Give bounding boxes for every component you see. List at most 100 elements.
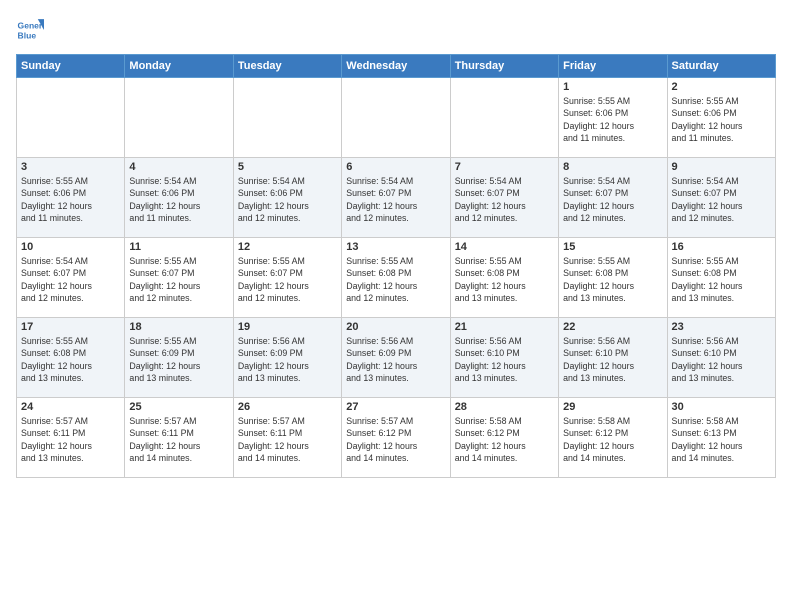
day-info: Sunrise: 5:58 AM Sunset: 6:13 PM Dayligh… — [672, 415, 771, 464]
day-number: 19 — [238, 321, 337, 333]
day-cell: 16Sunrise: 5:55 AM Sunset: 6:08 PM Dayli… — [667, 238, 775, 318]
day-info: Sunrise: 5:54 AM Sunset: 6:07 PM Dayligh… — [346, 175, 445, 224]
day-cell: 19 Sunrise: 5:56 AM Sunset: 6:09 PM Dayli… — [233, 318, 341, 398]
day-cell: 9 Sunrise: 5:54 AM Sunset: 6:07 PM Daylig… — [667, 158, 775, 238]
day-cell: 26Sunrise: 5:57 AM Sunset: 6:11 PM Dayli… — [233, 398, 341, 478]
weekday-header-monday: Monday — [125, 55, 233, 78]
day-cell: 6Sunrise: 5:54 AM Sunset: 6:07 PM Daylig… — [342, 158, 450, 238]
weekday-header-thursday: Thursday — [450, 55, 558, 78]
day-number: 23 — [672, 321, 771, 333]
day-number: 20 — [346, 321, 445, 333]
day-number: 10 — [21, 241, 120, 253]
day-number: 4 — [129, 161, 228, 173]
day-number: 14 — [455, 241, 554, 253]
weekday-header-wednesday: Wednesday — [342, 55, 450, 78]
day-info: Sunrise: 5:57 AM Sunset: 6:11 PM Dayligh… — [21, 415, 120, 464]
day-number: 22 — [563, 321, 662, 333]
weekday-header-friday: Friday — [559, 55, 667, 78]
logo-icon: General Blue — [16, 16, 44, 44]
day-cell: 22 Sunrise: 5:56 AM Sunset: 6:10 PM Dayli… — [559, 318, 667, 398]
day-cell: 27 Sunrise: 5:57 AM Sunset: 6:12 PM Dayli… — [342, 398, 450, 478]
day-number: 29 — [563, 401, 662, 413]
day-cell: 15 Sunrise: 5:55 AM Sunset: 6:08 PM Dayli… — [559, 238, 667, 318]
day-info: Sunrise: 5:54 AM Sunset: 6:06 PM Dayligh… — [129, 175, 228, 224]
day-number: 2 — [672, 81, 771, 93]
day-info: Sunrise: 5:55 AM Sunset: 6:06 PM Dayligh… — [672, 95, 771, 144]
day-number: 16 — [672, 241, 771, 253]
day-number: 24 — [21, 401, 120, 413]
day-number: 15 — [563, 241, 662, 253]
day-number: 17 — [21, 321, 120, 333]
day-cell: 28Sunrise: 5:58 AM Sunset: 6:12 PM Dayli… — [450, 398, 558, 478]
day-number: 12 — [238, 241, 337, 253]
logo: General Blue — [16, 16, 44, 44]
day-cell: 23 Sunrise: 5:56 AM Sunset: 6:10 PM Dayli… — [667, 318, 775, 398]
day-info: Sunrise: 5:55 AM Sunset: 6:06 PM Dayligh… — [563, 95, 662, 144]
day-info: Sunrise: 5:57 AM Sunset: 6:11 PM Dayligh… — [129, 415, 228, 464]
week-row-2: 3Sunrise: 5:55 AM Sunset: 6:06 PM Daylig… — [17, 158, 776, 238]
day-cell: 7Sunrise: 5:54 AM Sunset: 6:07 PM Daylig… — [450, 158, 558, 238]
page: General Blue SundayMondayTuesdayWednesda… — [0, 0, 792, 612]
day-info: Sunrise: 5:55 AM Sunset: 6:07 PM Dayligh… — [238, 255, 337, 304]
day-number: 30 — [672, 401, 771, 413]
day-cell: 20 Sunrise: 5:56 AM Sunset: 6:09 PM Dayli… — [342, 318, 450, 398]
day-info: Sunrise: 5:55 AM Sunset: 6:08 PM Dayligh… — [346, 255, 445, 304]
calendar-header: SundayMondayTuesdayWednesdayThursdayFrid… — [17, 55, 776, 78]
day-number: 8 — [563, 161, 662, 173]
day-info: Sunrise: 5:56 AM Sunset: 6:09 PM Dayligh… — [238, 335, 337, 384]
header: General Blue — [16, 16, 776, 44]
day-number: 9 — [672, 161, 771, 173]
day-cell: 18 Sunrise: 5:55 AM Sunset: 6:09 PM Dayli… — [125, 318, 233, 398]
day-info: Sunrise: 5:54 AM Sunset: 6:07 PM Dayligh… — [21, 255, 120, 304]
day-cell — [17, 78, 125, 158]
day-cell: 8 Sunrise: 5:54 AM Sunset: 6:07 PM Daylig… — [559, 158, 667, 238]
day-info: Sunrise: 5:56 AM Sunset: 6:09 PM Dayligh… — [346, 335, 445, 384]
day-info: Sunrise: 5:56 AM Sunset: 6:10 PM Dayligh… — [672, 335, 771, 384]
svg-text:Blue: Blue — [18, 31, 37, 41]
day-number: 25 — [129, 401, 228, 413]
day-cell: 17 Sunrise: 5:55 AM Sunset: 6:08 PM Dayli… — [17, 318, 125, 398]
day-cell: 1Sunrise: 5:55 AM Sunset: 6:06 PM Daylig… — [559, 78, 667, 158]
day-cell: 14 Sunrise: 5:55 AM Sunset: 6:08 PM Dayli… — [450, 238, 558, 318]
day-info: Sunrise: 5:54 AM Sunset: 6:07 PM Dayligh… — [563, 175, 662, 224]
day-cell: 10 Sunrise: 5:54 AM Sunset: 6:07 PM Dayli… — [17, 238, 125, 318]
calendar-body: 1Sunrise: 5:55 AM Sunset: 6:06 PM Daylig… — [17, 78, 776, 478]
day-number: 13 — [346, 241, 445, 253]
day-number: 27 — [346, 401, 445, 413]
day-info: Sunrise: 5:56 AM Sunset: 6:10 PM Dayligh… — [563, 335, 662, 384]
day-number: 11 — [129, 241, 228, 253]
day-cell: 13 Sunrise: 5:55 AM Sunset: 6:08 PM Dayli… — [342, 238, 450, 318]
day-info: Sunrise: 5:54 AM Sunset: 6:07 PM Dayligh… — [672, 175, 771, 224]
day-info: Sunrise: 5:57 AM Sunset: 6:12 PM Dayligh… — [346, 415, 445, 464]
day-number: 26 — [238, 401, 337, 413]
day-cell: 3Sunrise: 5:55 AM Sunset: 6:06 PM Daylig… — [17, 158, 125, 238]
day-cell — [450, 78, 558, 158]
day-info: Sunrise: 5:54 AM Sunset: 6:06 PM Dayligh… — [238, 175, 337, 224]
day-number: 7 — [455, 161, 554, 173]
day-number: 5 — [238, 161, 337, 173]
day-number: 28 — [455, 401, 554, 413]
week-row-5: 24 Sunrise: 5:57 AM Sunset: 6:11 PM Dayli… — [17, 398, 776, 478]
week-row-1: 1Sunrise: 5:55 AM Sunset: 6:06 PM Daylig… — [17, 78, 776, 158]
weekday-header-sunday: Sunday — [17, 55, 125, 78]
calendar: SundayMondayTuesdayWednesdayThursdayFrid… — [16, 54, 776, 478]
day-info: Sunrise: 5:55 AM Sunset: 6:08 PM Dayligh… — [455, 255, 554, 304]
day-number: 18 — [129, 321, 228, 333]
day-info: Sunrise: 5:55 AM Sunset: 6:08 PM Dayligh… — [563, 255, 662, 304]
day-info: Sunrise: 5:55 AM Sunset: 6:08 PM Dayligh… — [21, 335, 120, 384]
day-cell: 12 Sunrise: 5:55 AM Sunset: 6:07 PM Dayli… — [233, 238, 341, 318]
day-info: Sunrise: 5:56 AM Sunset: 6:10 PM Dayligh… — [455, 335, 554, 384]
day-cell: 29Sunrise: 5:58 AM Sunset: 6:12 PM Dayli… — [559, 398, 667, 478]
day-info: Sunrise: 5:55 AM Sunset: 6:09 PM Dayligh… — [129, 335, 228, 384]
day-info: Sunrise: 5:55 AM Sunset: 6:06 PM Dayligh… — [21, 175, 120, 224]
day-cell: 25 Sunrise: 5:57 AM Sunset: 6:11 PM Dayli… — [125, 398, 233, 478]
day-cell: 5 Sunrise: 5:54 AM Sunset: 6:06 PM Daylig… — [233, 158, 341, 238]
day-cell: 4 Sunrise: 5:54 AM Sunset: 6:06 PM Daylig… — [125, 158, 233, 238]
day-cell: 2 Sunrise: 5:55 AM Sunset: 6:06 PM Daylig… — [667, 78, 775, 158]
day-cell — [125, 78, 233, 158]
day-cell: 11 Sunrise: 5:55 AM Sunset: 6:07 PM Dayli… — [125, 238, 233, 318]
day-cell: 30 Sunrise: 5:58 AM Sunset: 6:13 PM Dayli… — [667, 398, 775, 478]
weekday-header-saturday: Saturday — [667, 55, 775, 78]
day-info: Sunrise: 5:55 AM Sunset: 6:07 PM Dayligh… — [129, 255, 228, 304]
day-cell — [233, 78, 341, 158]
